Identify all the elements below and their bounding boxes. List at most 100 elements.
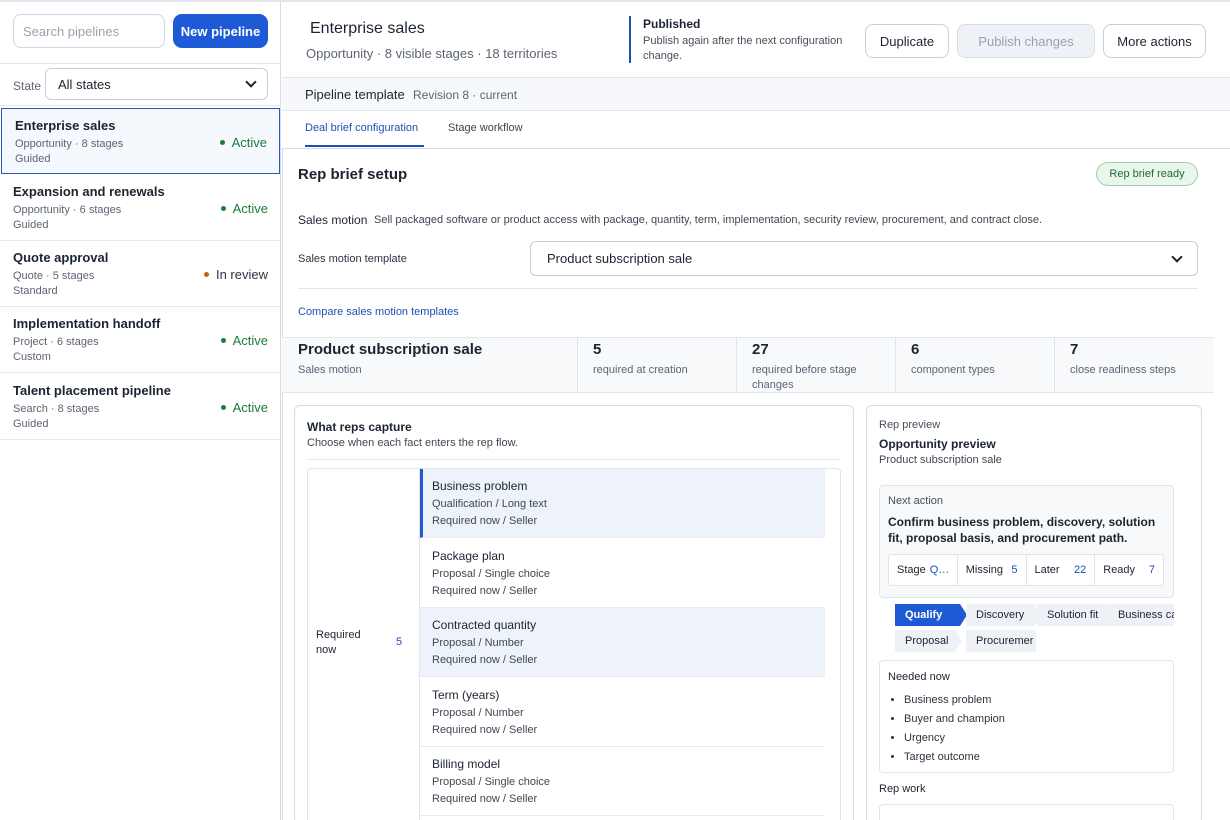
publish-status-title: Published [643, 17, 701, 31]
pipeline-name: Implementation handoff [13, 316, 161, 331]
preview-subtitle: Product subscription sale [879, 454, 1002, 466]
divider [307, 459, 841, 460]
tab-bar: Deal brief configuration Stage workflow [282, 111, 1230, 148]
status-badge: In review [203, 267, 268, 282]
sales-motion-template-select[interactable]: Product subscription sale [530, 241, 1198, 276]
group-label: Required now [316, 629, 361, 656]
kpi-missing: Missing 5 [958, 555, 1027, 585]
needed-now-list: Business problem Buyer and champion Urge… [904, 694, 1005, 770]
more-actions-button[interactable]: More actions [1103, 24, 1206, 58]
status-badge: Rep brief ready [1096, 162, 1198, 186]
publish-status: Published Publish again after the next c… [629, 16, 854, 63]
status-dot-icon [220, 405, 226, 410]
divider [736, 338, 737, 394]
status-badge: Active [220, 201, 268, 216]
pipeline-name: Quote approval [13, 250, 109, 265]
pipeline-item-enterprise-sales[interactable]: Enterprise sales Opportunity · 8 stages … [1, 108, 280, 174]
kpi-stage: Stage Q… [889, 555, 958, 585]
sales-motion-template-label: Sales motion template [298, 253, 407, 265]
pipeline-item-quote-approval[interactable]: Quote approval Quote · 5 stages Standard… [0, 241, 280, 307]
compare-templates-link[interactable]: Compare sales motion templates [298, 306, 459, 318]
pipeline-mode: Custom [13, 351, 51, 363]
status-badge: Active [220, 400, 268, 415]
state-select[interactable]: All states [45, 68, 268, 100]
stage-chip-qualify[interactable]: Qualify [895, 604, 967, 626]
rep-work-title: Rep work [879, 783, 926, 795]
kpi-ready: Ready 7 [1103, 564, 1155, 576]
stats-bar: Product subscription sale Sales motion 5… [282, 337, 1214, 394]
sales-motion-template-value: Product subscription sale [547, 251, 693, 266]
pipeline-mode: Standard [13, 285, 58, 297]
pipeline-item-expansion-renewals[interactable]: Expansion and renewals Opportunity · 6 s… [0, 175, 280, 241]
pipeline-name: Expansion and renewals [13, 184, 165, 199]
rep-work-box [879, 804, 1174, 820]
divider [1054, 338, 1055, 394]
state-label: State [13, 79, 42, 93]
capture-title: What reps capture [307, 420, 412, 434]
status-dot-icon [220, 206, 226, 211]
stage-chip-business-case[interactable]: Business ca [1108, 604, 1174, 626]
publish-changes-button[interactable]: Publish changes [957, 24, 1095, 58]
field-row-term-years[interactable]: Term (years) Proposal / Number Required … [420, 678, 825, 747]
divider [895, 338, 896, 394]
divider [577, 338, 578, 394]
stage-chip-solution-fit[interactable]: Solution fit [1037, 604, 1114, 626]
stat-sales-motion: Product subscription sale Sales motion [298, 341, 483, 376]
tab-deal-brief-configuration[interactable]: Deal brief configuration [305, 122, 418, 134]
pipeline-mode: Guided [13, 219, 49, 231]
pipeline-mode: Guided [13, 418, 49, 430]
sales-motion-label: Sales motion [298, 213, 368, 227]
pipeline-name: Enterprise sales [15, 118, 116, 133]
template-revision: Revision 8 · current [413, 88, 518, 102]
pipeline-name: Talent placement pipeline [13, 383, 171, 398]
search-pipelines-input[interactable] [13, 14, 165, 48]
list-item: Urgency [904, 732, 1005, 751]
duplicate-button[interactable]: Duplicate [865, 24, 949, 58]
pipeline-mode: Guided [15, 153, 51, 165]
status-dot-icon [220, 338, 226, 343]
group-count: 5 [396, 636, 403, 648]
status-dot-icon [203, 272, 209, 277]
next-action-label: Next action [888, 495, 944, 507]
field-row-contracted-quantity[interactable]: Contracted quantity Proposal / Number Re… [420, 608, 825, 677]
section-title: Rep brief setup [298, 166, 408, 183]
status-badge: Active [220, 333, 268, 348]
list-item: Buyer and champion [904, 713, 1005, 732]
stat-required-before-stage-changes: 27 required before stage changes [752, 341, 857, 391]
sales-motion-description: Sell packaged software or product access… [374, 214, 1043, 226]
kpi-later: Later 22 [1027, 555, 1096, 585]
stat-close-readiness-steps: 7 close readiness steps [1070, 341, 1176, 376]
stat-required-at-creation: 5 required at creation [593, 341, 688, 376]
publish-status-text: Publish again after the next configurati… [643, 35, 843, 62]
field-row-package-plan[interactable]: Package plan Proposal / Single choice Re… [420, 539, 825, 608]
stage-chip-procurement[interactable]: Procuremer [966, 630, 1036, 652]
stat-component-types: 6 component types [911, 341, 995, 376]
chevron-down-icon [1171, 250, 1183, 263]
preview-kpis: Stage Q… Missing 5 Later 22 Ready 7 [888, 554, 1164, 586]
list-item: Target outcome [904, 751, 1005, 770]
chevron-down-icon [245, 76, 257, 88]
stage-chip-proposal[interactable]: Proposal [895, 630, 962, 652]
divider [0, 105, 281, 106]
preview-title: Opportunity preview [879, 437, 996, 451]
list-item: Business problem [904, 694, 1005, 713]
divider [0, 63, 281, 64]
stage-chip-discovery[interactable]: Discovery [966, 604, 1041, 626]
pipeline-sidebar: New pipeline State All states Enterprise… [0, 2, 281, 820]
template-title: Pipeline template [305, 87, 405, 102]
field-row-billing-model[interactable]: Billing model Proposal / Single choice R… [420, 747, 825, 816]
needed-now-title: Needed now [888, 671, 950, 683]
new-pipeline-button[interactable]: New pipeline [173, 14, 268, 48]
preview-label: Rep preview [879, 419, 941, 431]
pipeline-item-talent-placement[interactable]: Talent placement pipeline Search · 8 sta… [0, 374, 280, 440]
status-dot-icon [219, 140, 225, 145]
tab-stage-workflow[interactable]: Stage workflow [448, 122, 523, 134]
active-tab-indicator [305, 145, 424, 147]
field-row-business-problem[interactable]: Business problem Qualification / Long te… [420, 469, 825, 538]
capture-subtitle: Choose when each fact enters the rep flo… [307, 437, 518, 449]
pipeline-item-implementation-handoff[interactable]: Implementation handoff Project · 6 stage… [0, 307, 280, 373]
page-title: Enterprise sales [310, 20, 425, 37]
template-bar: Pipeline template Revision 8 · current [282, 77, 1230, 111]
page-subtitle: Opportunity · 8 visible stages · 18 terr… [306, 46, 558, 61]
state-select-value: All states [58, 76, 111, 92]
